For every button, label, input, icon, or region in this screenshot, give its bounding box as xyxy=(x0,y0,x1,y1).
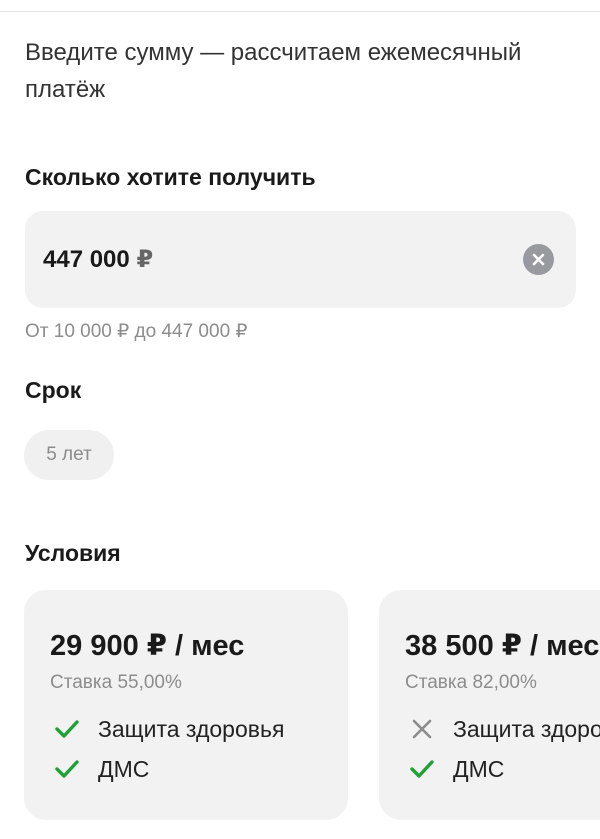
check-icon xyxy=(55,760,79,778)
amount-section-title: Сколько хотите получить xyxy=(25,164,316,190)
amount-input[interactable]: 447 000 ₽ xyxy=(25,211,576,308)
amount-range-hint: От 10 000 ₽ до 447 000 ₽ xyxy=(25,321,248,342)
page: Введите сумму — рассчитаем ежемесячный п… xyxy=(0,0,600,839)
close-icon xyxy=(532,253,545,266)
feature-label: Защита здоровья xyxy=(98,716,285,742)
feature-label: ДМС xyxy=(453,756,505,782)
card-price: 29 900 ₽ / мес xyxy=(50,630,245,662)
condition-card[interactable]: 38 500 ₽ / мес Ставка 82,00% Защита здор… xyxy=(379,590,600,820)
amount-number: 447 000 xyxy=(43,246,130,273)
amount-value: 447 000 ₽ xyxy=(43,245,153,274)
feature-label: Защита здоровья xyxy=(453,716,600,742)
intro-text: Введите сумму — рассчитаем ежемесячный п… xyxy=(25,39,522,103)
condition-card[interactable]: 29 900 ₽ / мес Ставка 55,00% Защита здор… xyxy=(24,590,348,820)
card-rate: Ставка 55,00% xyxy=(50,672,182,693)
clear-button[interactable] xyxy=(523,244,554,275)
check-icon xyxy=(410,760,434,778)
feature-label: ДМС xyxy=(98,756,150,782)
term-section-title: Срок xyxy=(25,377,82,403)
check-icon xyxy=(55,720,79,738)
card-rate: Ставка 82,00% xyxy=(405,672,537,693)
conditions-section-title: Условия xyxy=(25,540,121,566)
amount-currency: ₽ xyxy=(136,246,154,273)
card-price: 38 500 ₽ / мес xyxy=(405,630,600,662)
cross-icon xyxy=(412,719,432,739)
term-chip[interactable]: 5 лет xyxy=(24,430,114,480)
top-divider xyxy=(0,0,600,12)
